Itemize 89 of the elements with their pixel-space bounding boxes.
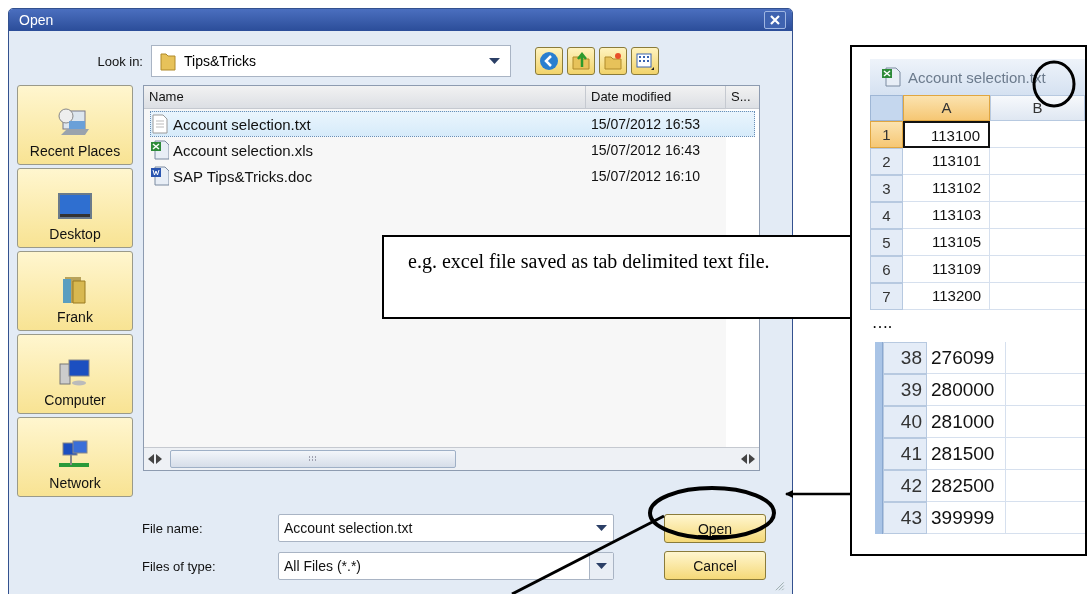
caret-icon (595, 525, 607, 531)
select-all-corner[interactable] (870, 95, 903, 121)
table-cell[interactable]: 113100 (903, 121, 990, 148)
table-cell[interactable]: 113105 (903, 229, 990, 256)
file-row[interactable]: SAP Tips&Tricks.doc 15/07/2012 16:10 (150, 163, 755, 189)
back-button[interactable] (535, 47, 563, 75)
file-name: Account selection.xls (173, 141, 314, 159)
new-folder-icon (603, 51, 623, 71)
file-name: Account selection.txt (173, 115, 311, 133)
table-cell[interactable] (990, 283, 1085, 310)
place-button[interactable]: Frank (17, 251, 133, 331)
row-header[interactable]: 2 (870, 148, 903, 175)
caret-icon (489, 58, 500, 64)
file-date: 15/07/2012 16:53 (590, 116, 700, 132)
text-file-icon (151, 114, 169, 134)
ellipsis-text: …. (871, 313, 893, 333)
right-arrow-icon (156, 454, 162, 464)
document-file-icon (151, 166, 169, 186)
table-cell[interactable] (990, 148, 1085, 175)
row-header[interactable]: 43 (883, 502, 927, 534)
view-menu-icon (635, 51, 655, 71)
file-name-field[interactable]: Account selection.txt (278, 514, 614, 542)
file-date: 15/07/2012 16:10 (590, 168, 700, 184)
file-name: SAP Tips&Tricks.doc (173, 167, 313, 185)
table-cell[interactable]: 281000 (927, 406, 1006, 438)
grip-icon (308, 456, 318, 462)
computer-icon (57, 356, 93, 388)
left-arrow-icon (148, 454, 154, 464)
column-header[interactable]: A (903, 95, 990, 121)
table-cell[interactable]: 113103 (903, 202, 990, 229)
desktop-icon (57, 190, 93, 222)
file-row[interactable]: Account selection.xls 15/07/2012 16:43 (150, 137, 755, 163)
table-cell[interactable] (990, 121, 1085, 148)
table-cell[interactable]: 113109 (903, 256, 990, 283)
table-cell[interactable]: 113102 (903, 175, 990, 202)
close-icon (770, 15, 780, 25)
folder-up-button[interactable] (567, 47, 595, 75)
folder-up-icon (571, 51, 591, 71)
row-header[interactable]: 6 (870, 256, 903, 283)
row-header[interactable]: 3 (870, 175, 903, 202)
column-header[interactable]: S... (726, 86, 759, 108)
table-cell[interactable] (990, 202, 1085, 229)
caret-icon (596, 563, 607, 569)
view-menu-button[interactable] (631, 47, 659, 75)
look-in-dropdown[interactable]: Tips&Tricks (151, 45, 511, 77)
file-type-dropdown[interactable]: All Files (*.*) (278, 552, 614, 580)
spreadsheet-file-icon (882, 67, 902, 87)
file-name-label: File name: (142, 520, 204, 536)
table-cell[interactable]: 399999 (927, 502, 1006, 534)
file-type-label: Files of type: (142, 558, 217, 574)
callout-text: e.g. excel file saved as tab delimited text file. (382, 235, 852, 319)
back-icon (539, 51, 559, 71)
row-header[interactable]: 1 (870, 121, 903, 148)
column-header[interactable]: Name (144, 86, 586, 108)
row-header[interactable]: 4 (870, 202, 903, 229)
table-cell[interactable]: 282500 (927, 470, 1006, 502)
row-header[interactable]: 40 (883, 406, 927, 438)
look-in-label: Look in: (96, 53, 143, 69)
place-button[interactable]: Desktop (17, 168, 133, 248)
row-header[interactable]: 39 (883, 374, 927, 406)
right-arrow-icon (749, 454, 755, 464)
table-cell[interactable]: 281500 (927, 438, 1006, 470)
horizontal-scrollbar[interactable] (144, 447, 759, 470)
table-cell[interactable]: 113101 (903, 148, 990, 175)
column-header[interactable]: Date modified (586, 86, 726, 108)
table-cell[interactable] (990, 229, 1085, 256)
left-arrow-icon (741, 454, 747, 464)
window-title: Open (19, 12, 54, 28)
row-header[interactable]: 41 (883, 438, 927, 470)
new-folder-button[interactable] (599, 47, 627, 75)
row-header[interactable]: 5 (870, 229, 903, 256)
file-date: 15/07/2012 16:43 (590, 142, 700, 158)
cancel-button[interactable]: Cancel (664, 551, 766, 580)
place-button[interactable]: Network (17, 417, 133, 497)
close-button[interactable] (764, 11, 786, 29)
table-cell[interactable]: 276099 (927, 342, 1006, 374)
table-cell[interactable]: 113200 (903, 283, 990, 310)
table-cell[interactable] (990, 175, 1085, 202)
row-header[interactable]: 38 (883, 342, 927, 374)
file-row[interactable]: Account selection.txt 15/07/2012 16:53 (150, 111, 755, 137)
table-cell[interactable]: 280000 (927, 374, 1006, 406)
column-header[interactable]: B (990, 95, 1085, 121)
folder-icon (160, 51, 176, 71)
row-header[interactable]: 42 (883, 470, 927, 502)
spreadsheet-file-icon (151, 140, 169, 160)
place-button[interactable]: Recent Places (17, 85, 133, 165)
table-cell[interactable] (990, 256, 1085, 283)
row-header[interactable]: 7 (870, 283, 903, 310)
place-button[interactable]: Computer (17, 334, 133, 414)
